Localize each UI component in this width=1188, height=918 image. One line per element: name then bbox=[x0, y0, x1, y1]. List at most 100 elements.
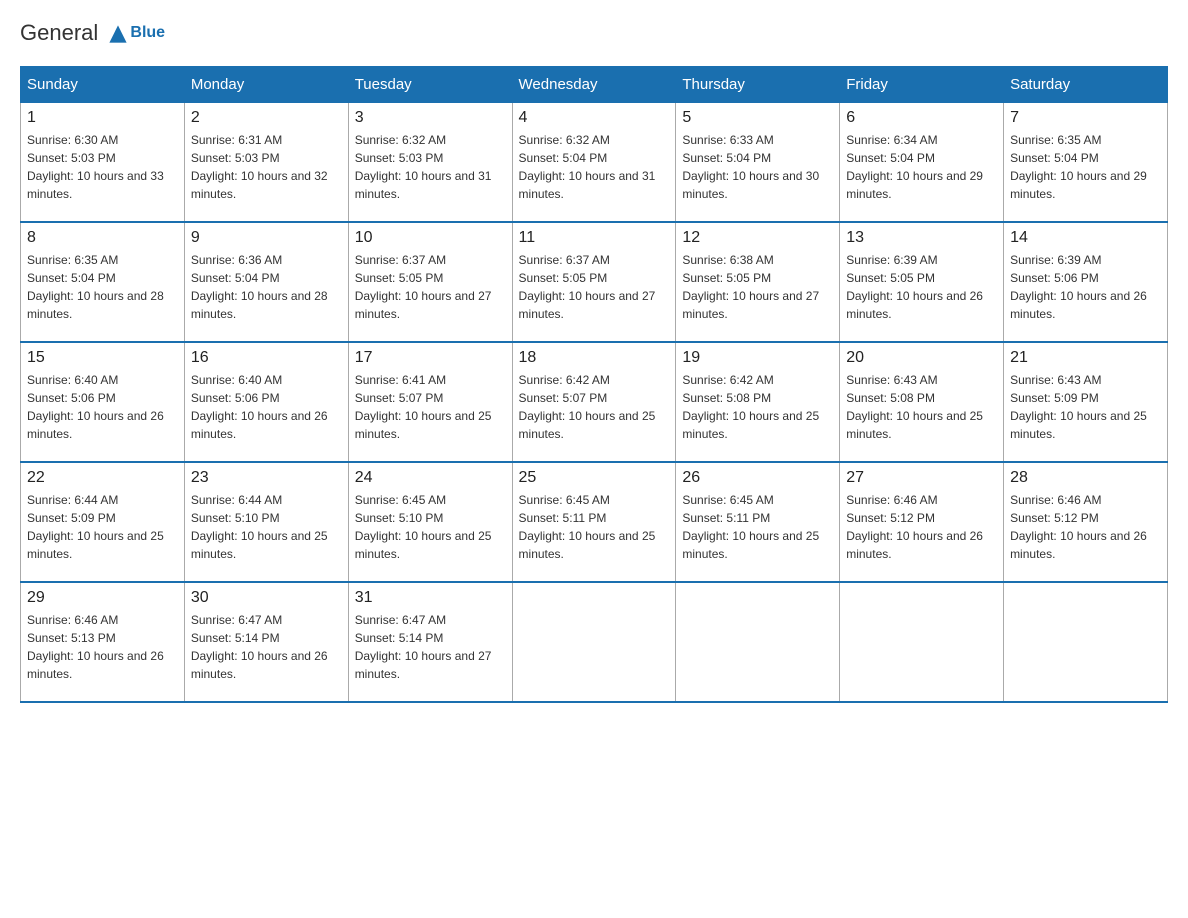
day-number: 22 bbox=[27, 469, 178, 487]
day-info: Sunrise: 6:40 AMSunset: 5:06 PMDaylight:… bbox=[191, 373, 328, 441]
page-header: General Blue bbox=[20, 20, 1168, 46]
calendar-cell: 26 Sunrise: 6:45 AMSunset: 5:11 PMDaylig… bbox=[676, 462, 840, 582]
calendar-cell: 22 Sunrise: 6:44 AMSunset: 5:09 PMDaylig… bbox=[21, 462, 185, 582]
day-number: 23 bbox=[191, 469, 342, 487]
day-number: 7 bbox=[1010, 109, 1161, 127]
day-number: 9 bbox=[191, 229, 342, 247]
column-header-tuesday: Tuesday bbox=[348, 67, 512, 102]
day-number: 6 bbox=[846, 109, 997, 127]
calendar-cell: 10 Sunrise: 6:37 AMSunset: 5:05 PMDaylig… bbox=[348, 222, 512, 342]
calendar-cell bbox=[676, 582, 840, 702]
day-number: 12 bbox=[682, 229, 833, 247]
day-number: 30 bbox=[191, 589, 342, 607]
day-info: Sunrise: 6:39 AMSunset: 5:06 PMDaylight:… bbox=[1010, 253, 1147, 321]
day-info: Sunrise: 6:46 AMSunset: 5:12 PMDaylight:… bbox=[1010, 493, 1147, 561]
day-info: Sunrise: 6:47 AMSunset: 5:14 PMDaylight:… bbox=[355, 613, 492, 681]
calendar-cell bbox=[840, 582, 1004, 702]
day-number: 29 bbox=[27, 589, 178, 607]
calendar-cell: 31 Sunrise: 6:47 AMSunset: 5:14 PMDaylig… bbox=[348, 582, 512, 702]
calendar-week-row: 29 Sunrise: 6:46 AMSunset: 5:13 PMDaylig… bbox=[21, 582, 1168, 702]
calendar-cell: 24 Sunrise: 6:45 AMSunset: 5:10 PMDaylig… bbox=[348, 462, 512, 582]
day-info: Sunrise: 6:30 AMSunset: 5:03 PMDaylight:… bbox=[27, 133, 164, 201]
day-info: Sunrise: 6:45 AMSunset: 5:11 PMDaylight:… bbox=[682, 493, 819, 561]
calendar-cell: 4 Sunrise: 6:32 AMSunset: 5:04 PMDayligh… bbox=[512, 102, 676, 222]
day-info: Sunrise: 6:31 AMSunset: 5:03 PMDaylight:… bbox=[191, 133, 328, 201]
column-header-thursday: Thursday bbox=[676, 67, 840, 102]
day-info: Sunrise: 6:44 AMSunset: 5:09 PMDaylight:… bbox=[27, 493, 164, 561]
calendar-cell: 29 Sunrise: 6:46 AMSunset: 5:13 PMDaylig… bbox=[21, 582, 185, 702]
logo: General Blue bbox=[20, 20, 165, 46]
day-info: Sunrise: 6:35 AMSunset: 5:04 PMDaylight:… bbox=[1010, 133, 1147, 201]
day-info: Sunrise: 6:40 AMSunset: 5:06 PMDaylight:… bbox=[27, 373, 164, 441]
calendar-cell bbox=[512, 582, 676, 702]
calendar-cell: 18 Sunrise: 6:42 AMSunset: 5:07 PMDaylig… bbox=[512, 342, 676, 462]
day-info: Sunrise: 6:33 AMSunset: 5:04 PMDaylight:… bbox=[682, 133, 819, 201]
day-number: 18 bbox=[519, 349, 670, 367]
day-info: Sunrise: 6:46 AMSunset: 5:12 PMDaylight:… bbox=[846, 493, 983, 561]
day-info: Sunrise: 6:39 AMSunset: 5:05 PMDaylight:… bbox=[846, 253, 983, 321]
calendar-cell: 25 Sunrise: 6:45 AMSunset: 5:11 PMDaylig… bbox=[512, 462, 676, 582]
calendar-cell: 8 Sunrise: 6:35 AMSunset: 5:04 PMDayligh… bbox=[21, 222, 185, 342]
day-info: Sunrise: 6:44 AMSunset: 5:10 PMDaylight:… bbox=[191, 493, 328, 561]
day-number: 24 bbox=[355, 469, 506, 487]
calendar-cell: 21 Sunrise: 6:43 AMSunset: 5:09 PMDaylig… bbox=[1004, 342, 1168, 462]
calendar-cell: 1 Sunrise: 6:30 AMSunset: 5:03 PMDayligh… bbox=[21, 102, 185, 222]
day-number: 11 bbox=[519, 229, 670, 247]
column-header-friday: Friday bbox=[840, 67, 1004, 102]
calendar-cell: 5 Sunrise: 6:33 AMSunset: 5:04 PMDayligh… bbox=[676, 102, 840, 222]
day-number: 13 bbox=[846, 229, 997, 247]
day-info: Sunrise: 6:42 AMSunset: 5:08 PMDaylight:… bbox=[682, 373, 819, 441]
day-info: Sunrise: 6:46 AMSunset: 5:13 PMDaylight:… bbox=[27, 613, 164, 681]
day-number: 1 bbox=[27, 109, 178, 127]
calendar-cell: 17 Sunrise: 6:41 AMSunset: 5:07 PMDaylig… bbox=[348, 342, 512, 462]
day-number: 5 bbox=[682, 109, 833, 127]
day-number: 15 bbox=[27, 349, 178, 367]
day-number: 3 bbox=[355, 109, 506, 127]
calendar-cell: 14 Sunrise: 6:39 AMSunset: 5:06 PMDaylig… bbox=[1004, 222, 1168, 342]
day-number: 21 bbox=[1010, 349, 1161, 367]
calendar-cell: 19 Sunrise: 6:42 AMSunset: 5:08 PMDaylig… bbox=[676, 342, 840, 462]
calendar-week-row: 22 Sunrise: 6:44 AMSunset: 5:09 PMDaylig… bbox=[21, 462, 1168, 582]
day-info: Sunrise: 6:43 AMSunset: 5:08 PMDaylight:… bbox=[846, 373, 983, 441]
day-info: Sunrise: 6:37 AMSunset: 5:05 PMDaylight:… bbox=[355, 253, 492, 321]
day-number: 17 bbox=[355, 349, 506, 367]
day-number: 10 bbox=[355, 229, 506, 247]
calendar-cell: 6 Sunrise: 6:34 AMSunset: 5:04 PMDayligh… bbox=[840, 102, 1004, 222]
calendar-week-row: 15 Sunrise: 6:40 AMSunset: 5:06 PMDaylig… bbox=[21, 342, 1168, 462]
day-number: 20 bbox=[846, 349, 997, 367]
calendar-cell: 13 Sunrise: 6:39 AMSunset: 5:05 PMDaylig… bbox=[840, 222, 1004, 342]
day-info: Sunrise: 6:32 AMSunset: 5:03 PMDaylight:… bbox=[355, 133, 492, 201]
day-number: 19 bbox=[682, 349, 833, 367]
calendar-week-row: 1 Sunrise: 6:30 AMSunset: 5:03 PMDayligh… bbox=[21, 102, 1168, 222]
day-number: 26 bbox=[682, 469, 833, 487]
day-number: 25 bbox=[519, 469, 670, 487]
day-info: Sunrise: 6:42 AMSunset: 5:07 PMDaylight:… bbox=[519, 373, 656, 441]
calendar-cell: 28 Sunrise: 6:46 AMSunset: 5:12 PMDaylig… bbox=[1004, 462, 1168, 582]
day-info: Sunrise: 6:43 AMSunset: 5:09 PMDaylight:… bbox=[1010, 373, 1147, 441]
day-info: Sunrise: 6:32 AMSunset: 5:04 PMDaylight:… bbox=[519, 133, 656, 201]
calendar-cell: 11 Sunrise: 6:37 AMSunset: 5:05 PMDaylig… bbox=[512, 222, 676, 342]
day-info: Sunrise: 6:37 AMSunset: 5:05 PMDaylight:… bbox=[519, 253, 656, 321]
day-info: Sunrise: 6:41 AMSunset: 5:07 PMDaylight:… bbox=[355, 373, 492, 441]
day-number: 28 bbox=[1010, 469, 1161, 487]
column-header-wednesday: Wednesday bbox=[512, 67, 676, 102]
column-header-saturday: Saturday bbox=[1004, 67, 1168, 102]
calendar-cell: 15 Sunrise: 6:40 AMSunset: 5:06 PMDaylig… bbox=[21, 342, 185, 462]
day-info: Sunrise: 6:47 AMSunset: 5:14 PMDaylight:… bbox=[191, 613, 328, 681]
day-info: Sunrise: 6:45 AMSunset: 5:11 PMDaylight:… bbox=[519, 493, 656, 561]
column-header-monday: Monday bbox=[184, 67, 348, 102]
day-info: Sunrise: 6:34 AMSunset: 5:04 PMDaylight:… bbox=[846, 133, 983, 201]
calendar-cell: 9 Sunrise: 6:36 AMSunset: 5:04 PMDayligh… bbox=[184, 222, 348, 342]
calendar-cell: 23 Sunrise: 6:44 AMSunset: 5:10 PMDaylig… bbox=[184, 462, 348, 582]
calendar-cell: 3 Sunrise: 6:32 AMSunset: 5:03 PMDayligh… bbox=[348, 102, 512, 222]
calendar-cell: 12 Sunrise: 6:38 AMSunset: 5:05 PMDaylig… bbox=[676, 222, 840, 342]
logo-icon bbox=[106, 22, 130, 46]
day-number: 2 bbox=[191, 109, 342, 127]
day-number: 14 bbox=[1010, 229, 1161, 247]
calendar-cell: 20 Sunrise: 6:43 AMSunset: 5:08 PMDaylig… bbox=[840, 342, 1004, 462]
day-number: 16 bbox=[191, 349, 342, 367]
calendar-header-row: SundayMondayTuesdayWednesdayThursdayFrid… bbox=[21, 67, 1168, 102]
calendar-table: SundayMondayTuesdayWednesdayThursdayFrid… bbox=[20, 66, 1168, 703]
day-info: Sunrise: 6:38 AMSunset: 5:05 PMDaylight:… bbox=[682, 253, 819, 321]
day-number: 31 bbox=[355, 589, 506, 607]
